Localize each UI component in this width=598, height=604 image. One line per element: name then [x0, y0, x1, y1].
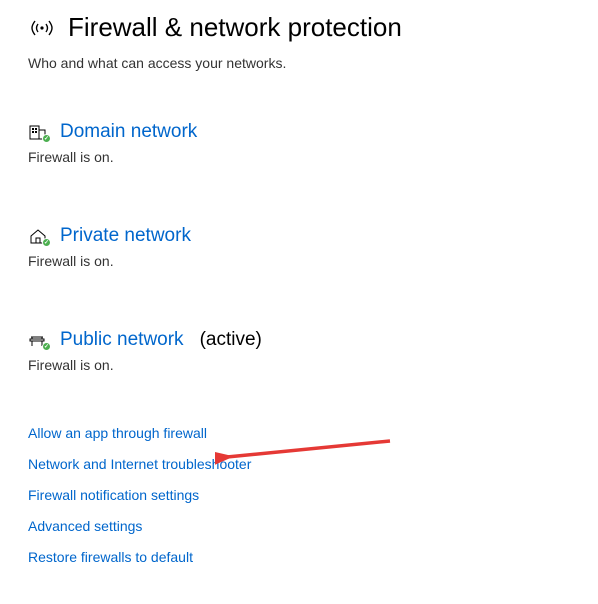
active-indicator: (active) [200, 329, 262, 351]
bench-icon [28, 331, 48, 349]
public-network-status: Firewall is on. [28, 357, 570, 373]
antenna-icon [28, 16, 56, 40]
house-icon [28, 227, 48, 245]
private-network-section: Private network Firewall is on. [28, 225, 570, 269]
private-network-link[interactable]: Private network [60, 225, 191, 247]
public-network-link[interactable]: Public network [60, 329, 184, 351]
private-network-status: Firewall is on. [28, 253, 570, 269]
status-ok-badge [42, 134, 51, 143]
page-header: Firewall & network protection [28, 12, 570, 43]
domain-network-link[interactable]: Domain network [60, 121, 197, 143]
building-icon [28, 123, 48, 141]
troubleshooter-link[interactable]: Network and Internet troubleshooter [28, 456, 570, 472]
status-ok-badge [42, 342, 51, 351]
domain-network-status: Firewall is on. [28, 149, 570, 165]
advanced-settings-link[interactable]: Advanced settings [28, 518, 570, 534]
restore-defaults-link[interactable]: Restore firewalls to default [28, 549, 570, 565]
status-ok-badge [42, 238, 51, 247]
domain-network-section: Domain network Firewall is on. [28, 121, 570, 165]
action-links-section: Allow an app through firewall Network an… [28, 425, 570, 565]
allow-app-link[interactable]: Allow an app through firewall [28, 425, 570, 441]
notification-settings-link[interactable]: Firewall notification settings [28, 487, 570, 503]
public-network-section: Public network (active) Firewall is on. [28, 329, 570, 373]
page-title: Firewall & network protection [68, 12, 402, 43]
page-subtitle: Who and what can access your networks. [28, 55, 570, 71]
